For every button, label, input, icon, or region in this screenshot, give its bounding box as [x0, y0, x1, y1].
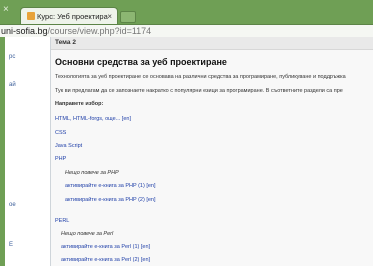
link-perl-ebook-2[interactable]: активирайте е-книга за Perl (2) [en]: [61, 257, 150, 263]
section-label: Тема 2: [55, 39, 76, 46]
address-bar[interactable]: uni-sofia.bg/course/view.php?id=1174: [0, 24, 373, 38]
course-content: Тема 2 Основни средства за уеб проектира…: [51, 37, 373, 266]
php-note: Нещо повече за PHP: [65, 170, 119, 176]
link-css[interactable]: CSS: [55, 130, 66, 136]
address-host: uni-sofia.bg: [1, 26, 48, 36]
sidebar-fragment[interactable]: ай: [9, 82, 16, 88]
link-perl-ebook-1[interactable]: активирайте е-книга за Perl (1) [en]: [61, 244, 150, 250]
sidebar-fragment[interactable]: Е: [9, 242, 13, 248]
section-title: Основни средства за уеб проектиране: [55, 57, 227, 67]
tab-close-icon[interactable]: ×: [107, 8, 112, 25]
link-php-ebook-1[interactable]: активирайте е-книга за PHP (1) [en]: [65, 183, 156, 189]
tab-title: Курс: Уеб проектира: [37, 12, 108, 21]
window-close-icon[interactable]: ×: [3, 4, 9, 15]
favicon-icon: [27, 12, 35, 20]
address-path: /course/view.php?id=1174: [47, 26, 152, 36]
section-header: Тема 2: [51, 37, 373, 50]
choice-heading: Направете избор:: [55, 101, 104, 107]
perl-note: Нещо повече за Perl: [61, 231, 114, 237]
intro-paragraph: Технологията за уеб проектиране се основ…: [55, 74, 346, 80]
intro-paragraph: Тук ви предлагам да се запознаете накрат…: [55, 88, 343, 94]
link-perl[interactable]: PERL: [55, 218, 69, 224]
new-tab-button[interactable]: [120, 11, 136, 23]
browser-chrome: × Курс: Уеб проектира × uni-sofia.bg/cou…: [0, 0, 373, 38]
link-html[interactable]: HTML, HTML-forgs, още... [en]: [55, 116, 131, 122]
link-php[interactable]: PHP: [55, 156, 66, 162]
sidebar-fragment: ое: [9, 202, 16, 208]
left-sidebar: рс ай ое Е: [5, 37, 51, 266]
browser-tab[interactable]: Курс: Уеб проектира ×: [20, 7, 118, 25]
sidebar-fragment: рс: [9, 54, 16, 60]
link-php-ebook-2[interactable]: активирайте е-книга за PHP (2) [en]: [65, 197, 156, 203]
link-javascript[interactable]: Java Script: [55, 143, 82, 149]
